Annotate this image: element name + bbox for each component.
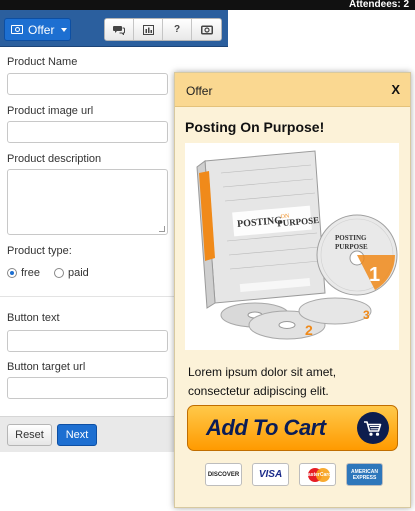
offer-camera-button[interactable]	[192, 19, 221, 40]
help-button[interactable]: ?	[163, 19, 192, 40]
button-target-url-input[interactable]	[7, 377, 168, 399]
add-to-cart-button[interactable]: Add To Cart	[187, 405, 398, 451]
amex-card-icon: AMERICAN EXPRESS	[346, 463, 383, 486]
close-icon[interactable]: X	[391, 82, 400, 97]
radio-free-label: free	[21, 267, 40, 279]
chart-icon	[142, 24, 154, 35]
product-name-input[interactable]	[7, 73, 168, 95]
offer-dropdown-button[interactable]: Offer	[4, 18, 71, 41]
tool-button-group: ?	[104, 18, 222, 41]
help-icon: ?	[173, 24, 181, 35]
offer-panel-header: Offer X	[175, 73, 410, 107]
svg-text:1: 1	[369, 264, 380, 286]
product-name-label: Product Name	[7, 56, 78, 68]
visa-card-icon: VISA	[252, 463, 289, 486]
next-button[interactable]: Next	[57, 424, 97, 446]
attendees-count: Attendees: 2	[348, 0, 409, 10]
svg-text:POSTING: POSTING	[335, 234, 367, 242]
product-description-label: Product description	[7, 153, 102, 165]
product-type-label: Product type:	[7, 245, 72, 257]
form-divider	[0, 296, 176, 297]
svg-text:3: 3	[363, 308, 370, 322]
product-type-radio-group: free paid	[7, 267, 89, 279]
product-image: POSTING ON PURPOSE 2 3 POSTING PURPOSE 1	[185, 143, 399, 350]
offer-panel-title: Offer	[186, 84, 213, 98]
shopping-cart-icon	[357, 412, 389, 444]
radio-paid-label: paid	[67, 267, 89, 279]
product-description-textarea[interactable]	[7, 169, 168, 235]
radio-paid[interactable]	[53, 268, 64, 278]
form-footer: Reset Next	[0, 416, 176, 452]
product-image-url-input[interactable]	[7, 121, 168, 143]
camera-icon	[200, 25, 213, 34]
radio-free[interactable]	[7, 268, 17, 278]
resize-grip-icon[interactable]	[159, 226, 165, 232]
offer-headline: Posting On Purpose!	[185, 119, 325, 135]
discover-card-label: DISCOVER	[207, 471, 240, 478]
add-to-cart-label: Add To Cart	[206, 415, 326, 440]
product-image-label: Product image url	[7, 105, 94, 117]
amex-card-label: AMERICAN EXPRESS	[351, 468, 378, 481]
chat-button[interactable]	[105, 19, 134, 40]
chevron-down-icon	[61, 27, 68, 32]
chart-button[interactable]	[134, 19, 163, 40]
offer-description: Lorem ipsum dolor sit amet, consectetur …	[188, 365, 337, 398]
button-text-input[interactable]	[7, 330, 168, 352]
svg-text:2: 2	[305, 322, 313, 338]
discover-card-icon: DISCOVER	[205, 463, 242, 486]
product-box-illustration: POSTING ON PURPOSE 2 3 POSTING PURPOSE 1	[196, 150, 398, 340]
offer-form: Product Name Product image url Product d…	[0, 47, 176, 407]
mastercard-card-icon: MasterCard	[299, 463, 336, 486]
mastercard-card-label: MasterCard	[303, 471, 332, 478]
camera-icon	[11, 25, 23, 34]
payment-cards: DISCOVER VISA MasterCard AMERICAN EXPRES…	[205, 463, 383, 486]
top-status-bar: Attendees: 2	[0, 0, 415, 10]
button-target-url-label: Button target url	[7, 361, 86, 373]
offer-preview-panel: Offer X Posting On Purpose! POSTING ON P…	[174, 72, 411, 508]
visa-card-label: VISA	[258, 469, 283, 480]
reset-button[interactable]: Reset	[7, 424, 52, 446]
offer-button-label: Offer	[28, 22, 55, 37]
chat-icon	[113, 25, 125, 35]
svg-text:PURPOSE: PURPOSE	[335, 243, 368, 251]
toolbar: Offer ?	[0, 10, 228, 47]
button-text-label: Button text	[7, 312, 60, 324]
